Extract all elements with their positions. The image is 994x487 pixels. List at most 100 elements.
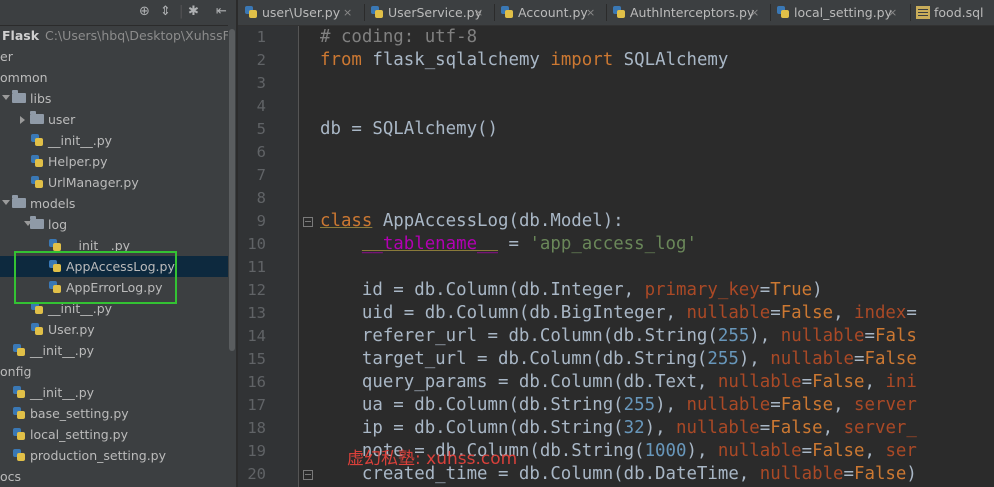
separator: |	[179, 4, 184, 19]
editor-tab[interactable]: local_setting.py ×	[770, 0, 910, 25]
tree-item[interactable]: log	[0, 214, 236, 235]
tab-label: Account.py	[518, 5, 588, 20]
tree-item[interactable]: user	[0, 109, 236, 130]
tree-item[interactable]: er	[0, 46, 236, 67]
code-token: =	[843, 464, 854, 484]
number-token: 255	[623, 395, 656, 415]
param-token: server_	[843, 418, 917, 438]
line-number: 6	[256, 143, 266, 161]
python-icon-part	[617, 10, 625, 18]
code-token: )	[906, 464, 917, 484]
tree-item[interactable]: ommon	[0, 67, 236, 88]
close-icon[interactable]: ×	[888, 0, 897, 25]
tree-item[interactable]: Helper.py	[0, 151, 236, 172]
tree-item[interactable]: models	[0, 193, 236, 214]
tree-scroll-thumb[interactable]	[229, 29, 235, 351]
tree-item[interactable]: onfig	[0, 361, 236, 382]
close-icon[interactable]: ×	[343, 0, 352, 25]
close-icon[interactable]: ×	[750, 0, 759, 25]
line-number: 4	[256, 97, 266, 115]
tree-scrollbar[interactable]	[228, 25, 236, 487]
code-line: class AppAccessLog(db.Model):	[320, 210, 624, 233]
code-token: ),	[749, 326, 781, 346]
python-icon-part	[17, 411, 25, 419]
tree-item-label: libs	[30, 91, 52, 106]
python-file-icon	[30, 133, 44, 147]
code-line: ua = db.Column(db.String(255), nullable=…	[320, 394, 917, 417]
param-token: nullable	[686, 303, 771, 323]
chevron-down-icon[interactable]	[2, 95, 10, 100]
python-file-icon	[30, 154, 44, 168]
python-icon-part	[781, 10, 789, 18]
code-token: SQLAlchemy	[613, 50, 729, 70]
hide-icon[interactable]: ⇤	[216, 3, 227, 21]
tree-item[interactable]: __init__.py	[0, 340, 236, 361]
param-token: nullable	[686, 395, 771, 415]
code-token: ua = db.Column(db.String(	[320, 395, 624, 415]
code-token: ,	[822, 418, 844, 438]
code-token: referer_url = db.Column(db.String(	[320, 326, 718, 346]
code-token: flask_sqlalchemy	[361, 50, 551, 70]
tree-item[interactable]: local_setting.py	[0, 424, 236, 445]
keyword-token: Fals	[874, 326, 917, 346]
python-file-icon	[12, 343, 26, 357]
gear-icon[interactable]: ✱	[188, 3, 199, 21]
python-icon-part	[17, 453, 25, 461]
line-number: 7	[256, 166, 266, 184]
folder-icon	[12, 90, 26, 103]
python-icon-part	[17, 390, 25, 398]
param-token: server	[854, 395, 917, 415]
python-file-icon	[244, 5, 258, 19]
editor-tab[interactable]: Account.py ×	[494, 0, 606, 25]
number-token: 1000	[644, 441, 687, 461]
close-icon[interactable]: ×	[586, 0, 595, 25]
python-file-icon	[500, 5, 514, 19]
code-token: =	[864, 326, 875, 346]
chevron-down-icon[interactable]	[2, 200, 10, 205]
folder-icon	[30, 216, 44, 229]
close-icon[interactable]: ×	[474, 0, 483, 25]
tree-item[interactable]: User.py	[0, 319, 236, 340]
code-token: =	[906, 303, 917, 323]
tree-item[interactable]: ocs	[0, 466, 236, 487]
root-path: C:\Users\hbq\Desktop\XuhssFlask	[45, 28, 236, 43]
code-token: =	[801, 372, 813, 392]
tree-root[interactable]: Flask C:\Users\hbq\Desktop\XuhssFlask	[0, 25, 236, 46]
tree-item[interactable]: base_setting.py	[0, 403, 236, 424]
tree-item-label: production_setting.py	[30, 448, 167, 463]
python-file-icon	[12, 427, 26, 441]
tree-item-label: user	[48, 112, 76, 127]
fold-marker-icon[interactable]	[303, 470, 313, 480]
editor-tab[interactable]: AuthInterceptors.py ×	[606, 0, 770, 25]
code-token: ,	[833, 395, 855, 415]
editor-tab[interactable]: food.sql	[910, 0, 994, 25]
line-number: 18	[247, 419, 266, 437]
comment-token: # coding: utf-8	[320, 27, 478, 47]
tree-item-label: er	[0, 49, 13, 64]
code-token: =	[759, 280, 771, 300]
editor-tab[interactable]: UserService.py ×	[364, 0, 494, 25]
tree-item[interactable]: __init__.py	[0, 382, 236, 403]
python-icon-part	[505, 10, 513, 18]
highlight-box	[14, 251, 177, 304]
editor-tabs: user\User.py × UserService.py × Account.py × A…	[238, 0, 994, 26]
line-number: 13	[247, 304, 266, 322]
tree-item-label: User.py	[48, 322, 95, 337]
line-number: 19	[247, 442, 266, 460]
fold-marker-icon[interactable]	[303, 217, 313, 227]
editor-tab[interactable]: user\User.py ×	[238, 0, 364, 25]
target-icon[interactable]: ⊕	[139, 3, 150, 21]
tree-item[interactable]: UrlManager.py	[0, 172, 236, 193]
param-token: nullable	[780, 326, 865, 346]
code-token: ,	[864, 372, 886, 392]
tree-item[interactable]: production_setting.py	[0, 445, 236, 466]
python-file-icon	[370, 5, 384, 19]
python-file-icon	[776, 5, 790, 19]
collapse-icon[interactable]: ⇕	[160, 3, 171, 21]
keyword-token: False	[854, 464, 907, 484]
code-token: ,	[833, 303, 855, 323]
chevron-right-icon[interactable]	[20, 116, 25, 124]
tree-item[interactable]: __init__.py	[0, 130, 236, 151]
param-token: nullable	[717, 372, 802, 392]
tree-item[interactable]: libs	[0, 88, 236, 109]
